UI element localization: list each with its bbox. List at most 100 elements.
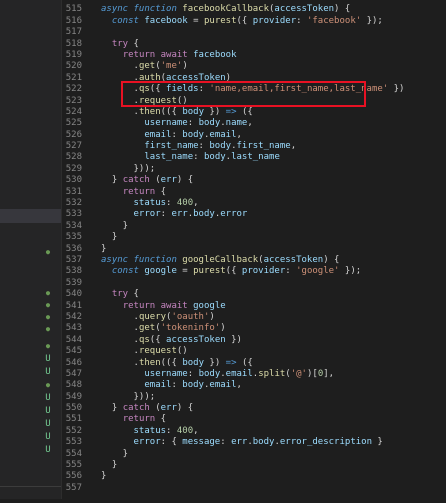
code-line[interactable]: 536} xyxy=(62,244,446,255)
code-token: . xyxy=(101,106,139,117)
line-number: 546 xyxy=(65,357,82,368)
code-line[interactable]: 543 .get('tokeninfo') xyxy=(62,323,446,334)
modified-dot-icon: ● xyxy=(45,289,51,297)
code-text: } xyxy=(101,244,106,254)
code-line[interactable]: 528 last_name: body.last_name xyxy=(62,152,446,163)
code-line[interactable]: 544 .qs({ accessToken }) xyxy=(62,335,446,346)
line-number: 520 xyxy=(65,61,82,72)
code-line[interactable]: 554 } xyxy=(62,449,446,460)
code-line[interactable]: 538 const google = purest({ provider: 'g… xyxy=(62,266,446,277)
code-token: facebook xyxy=(193,49,237,60)
code-line[interactable]: 540 try { xyxy=(62,289,446,300)
line-number: 525 xyxy=(65,118,82,129)
code-line[interactable]: 518 try { xyxy=(62,39,446,50)
code-token: ) xyxy=(182,61,188,72)
code-token: 400 xyxy=(176,198,194,209)
code-line[interactable]: 546 .then(({ body }) => ({ xyxy=(62,358,446,369)
code-line[interactable]: 535 } xyxy=(62,232,446,243)
modified-dot-icon: ● xyxy=(45,313,51,321)
code-line[interactable]: 516 const facebook = purest({ provider: … xyxy=(62,16,446,27)
untracked-marker: U xyxy=(45,393,51,403)
code-token: async xyxy=(101,254,134,265)
line-number: 555 xyxy=(65,460,82,471)
code-token: : xyxy=(160,209,172,220)
code-token: , xyxy=(247,118,253,129)
code-line[interactable]: 530 } catch (err) { xyxy=(62,175,446,186)
code-token: '@' xyxy=(290,368,307,379)
line-number: 557 xyxy=(65,482,82,493)
line-number: 549 xyxy=(65,391,82,402)
code-line[interactable]: 531 return { xyxy=(62,187,446,198)
code-line[interactable]: 549 })); xyxy=(62,392,446,403)
code-token: => xyxy=(225,357,242,368)
code-token: . xyxy=(101,346,139,357)
code-text: .get('tokeninfo') xyxy=(101,323,226,333)
code-token: request xyxy=(138,346,177,357)
code-line[interactable]: 517 xyxy=(62,27,446,38)
code-token: } xyxy=(101,175,123,186)
line-number: 542 xyxy=(65,311,82,322)
code-line[interactable]: 547 username: body.email.split('@')[0], xyxy=(62,369,446,380)
code-line[interactable]: 541 return await google xyxy=(62,301,446,312)
code-line[interactable]: 519 return await facebook xyxy=(62,50,446,61)
code-token: split xyxy=(258,368,286,379)
code-text: status: 400, xyxy=(101,198,199,208)
code-line[interactable]: 529 })); xyxy=(62,164,446,175)
line-number: 518 xyxy=(65,38,82,49)
line-number: 537 xyxy=(65,254,82,265)
code-line[interactable]: 557 xyxy=(62,483,446,494)
code-line[interactable]: 556} xyxy=(62,471,446,482)
code-line[interactable]: 550 } catch (err) { xyxy=(62,403,446,414)
code-editor[interactable]: 514515async function facebookCallback(ac… xyxy=(62,0,446,503)
code-token: })); xyxy=(101,163,156,174)
code-line[interactable]: 532 status: 400, xyxy=(62,198,446,209)
code-text: first_name: body.first_name, xyxy=(101,141,296,151)
code-line[interactable]: 552 status: 400, xyxy=(62,426,446,437)
code-token: } xyxy=(101,403,123,414)
code-token: body xyxy=(209,141,232,152)
code-token: . xyxy=(101,61,139,72)
line-number: 521 xyxy=(65,72,82,83)
selected-file-row[interactable] xyxy=(0,209,61,223)
code-line[interactable]: 527 first_name: body.first_name, xyxy=(62,141,446,152)
line-number: 530 xyxy=(65,175,82,186)
line-number: 544 xyxy=(65,334,82,345)
code-token: } xyxy=(101,232,118,243)
code-token: first_name xyxy=(236,141,291,152)
code-line[interactable]: 555 } xyxy=(62,460,446,471)
line-number: 536 xyxy=(65,243,82,254)
code-token: last_name xyxy=(144,152,194,163)
code-line[interactable]: 515 async function facebookCallback(acces… xyxy=(62,4,446,15)
code-line[interactable]: 548 email: body.email, xyxy=(62,380,446,391)
code-line[interactable]: 526 email: body.email, xyxy=(62,130,446,141)
code-token: body xyxy=(193,209,215,220)
code-line[interactable]: 545 .request() xyxy=(62,346,446,357)
line-number: 548 xyxy=(65,380,82,391)
line-number: 517 xyxy=(65,27,82,38)
line-number: 541 xyxy=(65,300,82,311)
code-line[interactable]: 553 error: { message: err.body.error_des… xyxy=(62,437,446,448)
code-line[interactable]: 534 } xyxy=(62,221,446,232)
code-token: name xyxy=(225,118,248,129)
code-line[interactable]: 537 async function googleCallback(accessT… xyxy=(62,255,446,266)
line-number: 538 xyxy=(65,266,82,277)
code-line[interactable]: 525 username: body.name, xyxy=(62,118,446,129)
code-line[interactable]: 542 .query('oauth') xyxy=(62,312,446,323)
code-line[interactable]: 520 .get('me') xyxy=(62,61,446,72)
line-number: 531 xyxy=(65,186,82,197)
code-token: body xyxy=(198,118,221,129)
code-token: email xyxy=(225,368,253,379)
modified-dot-icon: ● xyxy=(45,381,51,389)
code-line[interactable]: 533 error: err.body.error xyxy=(62,209,446,220)
code-token: then xyxy=(138,357,161,368)
code-line[interactable]: 539 xyxy=(62,278,446,289)
line-number: 551 xyxy=(65,414,82,425)
code-text: .request() xyxy=(101,346,188,356)
sidebar-divider xyxy=(0,486,61,487)
code-token: provider xyxy=(241,266,286,277)
code-line[interactable]: 551 return { xyxy=(62,414,446,425)
code-line[interactable]: 524 .then(({ body }) => ({ xyxy=(62,107,446,118)
